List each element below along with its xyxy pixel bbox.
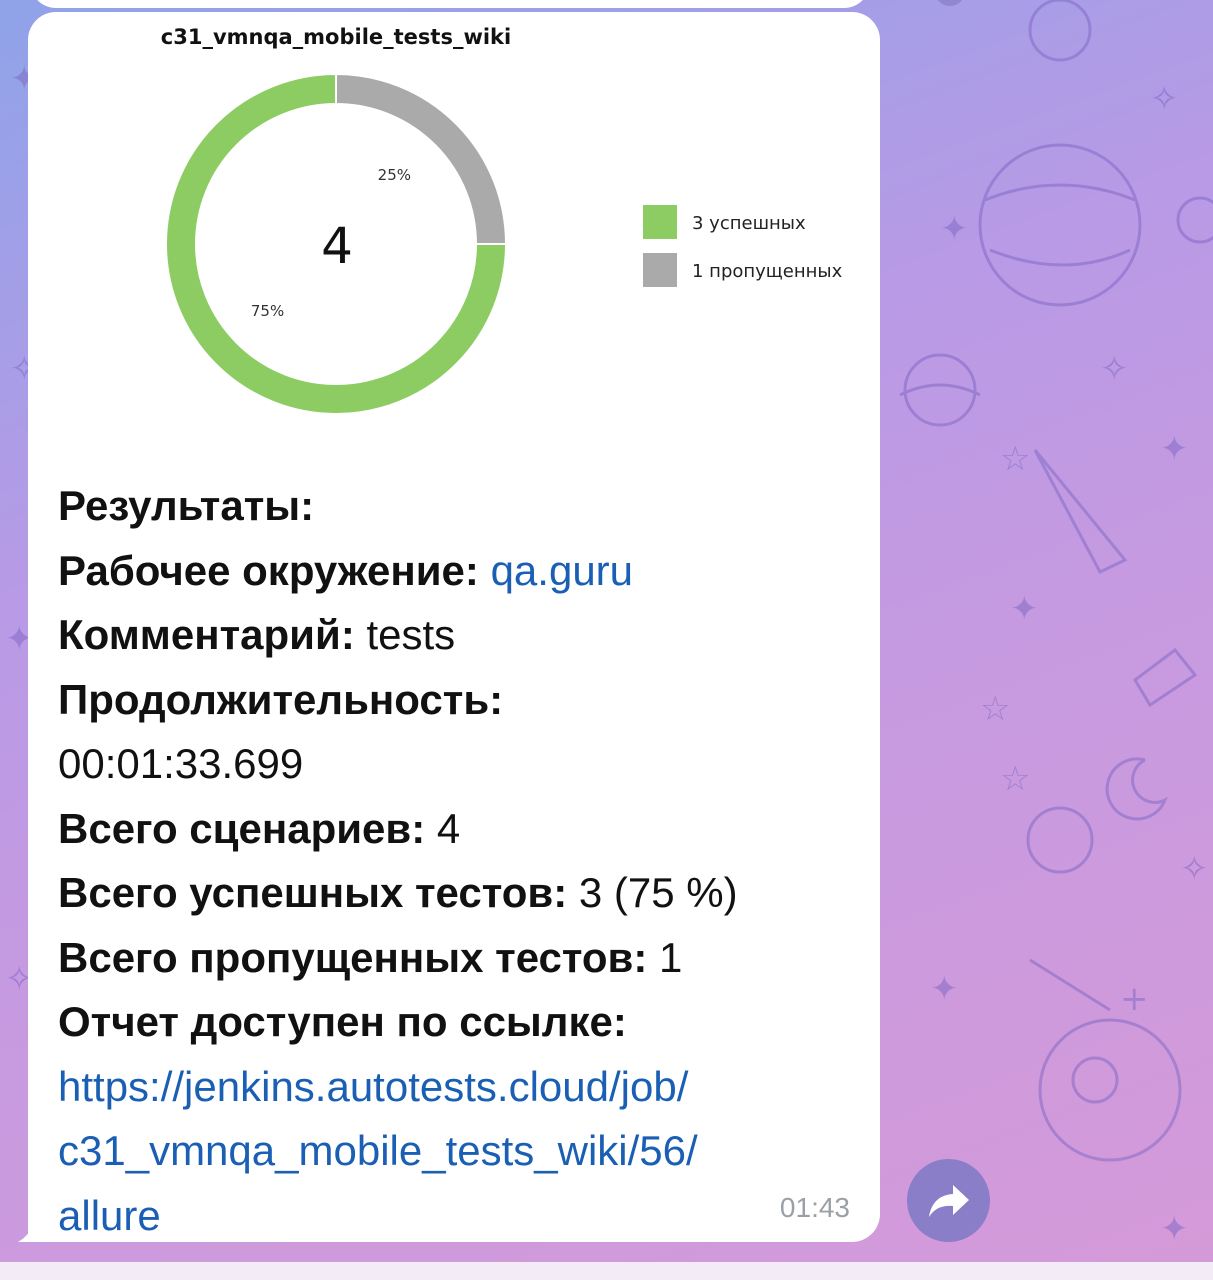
legend-swatch-skipped <box>643 253 677 287</box>
scenarios-value: 4 <box>436 804 461 852</box>
svg-text:✧: ✧ <box>1100 349 1129 389</box>
svg-text:☆: ☆ <box>1000 439 1030 479</box>
report-link-line-3[interactable]: allure <box>58 1192 161 1239</box>
previous-message-edge <box>30 0 870 8</box>
comment-label: Комментарий: <box>58 611 355 658</box>
chart-center-total: 4 <box>321 217 353 275</box>
slice-percent-label-skipped: 25% <box>378 166 411 184</box>
legend-label-passed: 3 успешных <box>692 213 806 234</box>
legend-swatch-passed <box>643 205 677 239</box>
svg-text:✧: ✧ <box>1150 79 1179 119</box>
skipped-label: Всего пропущенных тестов: <box>58 933 648 981</box>
chart-title: c31_vmnqa_mobile_tests_wiki <box>161 25 511 49</box>
skipped-value: 1 <box>659 933 683 981</box>
legend-label-skipped: 1 пропущенных <box>692 261 843 282</box>
svg-text:✦: ✦ <box>1160 429 1189 469</box>
duration-label: Продолжительность: <box>58 675 504 723</box>
slice-percent-label-passed: 75% <box>251 302 284 320</box>
test-results-donut-chart: c31_vmnqa_mobile_tests_wiki 25% 75% 4 3 у… <box>161 25 843 415</box>
svg-text:✦: ✦ <box>1010 589 1039 629</box>
svg-text:✦: ✦ <box>940 209 969 249</box>
comment-value: tests <box>366 611 456 658</box>
passed-label: Всего успешных тестов: <box>58 869 568 916</box>
env-label: Рабочее окружение: <box>58 546 479 594</box>
report-link-line-1[interactable]: https://jenkins.autotests.cloud/job/ <box>58 1063 688 1110</box>
svg-text:✧: ✧ <box>1180 849 1209 889</box>
donut-slice-skipped <box>335 72 508 245</box>
share-button[interactable] <box>907 1159 990 1242</box>
svg-text:☆: ☆ <box>980 689 1010 729</box>
scenarios-label: Всего сценариев: <box>58 804 426 852</box>
svg-text:✦: ✦ <box>1160 1209 1189 1249</box>
report-label: Отчет доступен по ссылке: <box>58 998 627 1045</box>
env-link[interactable]: qa.guru <box>491 547 633 594</box>
svg-text:✦: ✦ <box>930 969 959 1009</box>
duration-value: 00:01:33.699 <box>58 740 304 787</box>
svg-text:+: + <box>1120 979 1149 1019</box>
results-heading: Результаты: <box>58 482 315 529</box>
results-message: Результаты: Рабочее окружение: qa.guru К… <box>58 474 858 1248</box>
message-timestamp: 01:43 <box>779 1192 850 1223</box>
share-forward-icon <box>928 1184 969 1217</box>
passed-value: 3 (75 %) <box>578 869 738 916</box>
report-link-line-2[interactable]: c31_vmnqa_mobile_tests_wiki/56/ <box>58 1127 698 1174</box>
message-bubble[interactable]: c31_vmnqa_mobile_tests_wiki 25% 75% 4 3 у… <box>28 12 880 1242</box>
svg-text:☆: ☆ <box>1000 759 1030 799</box>
input-area-edge <box>0 1262 1213 1280</box>
